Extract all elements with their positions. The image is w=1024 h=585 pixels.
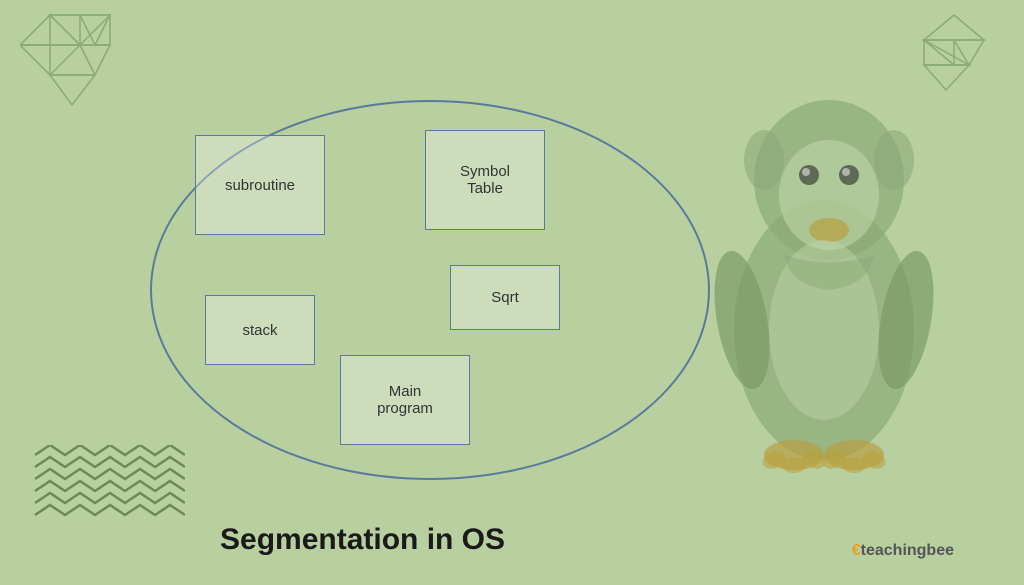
symbol-table-label: SymbolTable: [460, 163, 510, 197]
subroutine-box: subroutine: [195, 135, 325, 235]
main-program-label: Mainprogram: [377, 383, 433, 417]
linux-tux-icon: [674, 20, 974, 520]
main-program-box: Mainprogram: [340, 355, 470, 445]
sqrt-box: Sqrt: [450, 265, 560, 330]
sqrt-label: Sqrt: [491, 289, 519, 306]
stack-box: stack: [205, 295, 315, 365]
brand-logo-prefix: €: [852, 542, 861, 560]
zigzag-pattern-icon: [30, 445, 180, 525]
stack-label: stack: [242, 322, 277, 339]
brand-logo-text: teachingbee: [861, 542, 954, 560]
brand-logo: € teachingbee: [852, 542, 954, 560]
geometric-diamond-icon: [20, 10, 140, 120]
symbol-table-box: SymbolTable: [425, 130, 545, 230]
subroutine-label: subroutine: [225, 177, 295, 194]
page-title: Segmentation in OS: [220, 523, 505, 557]
